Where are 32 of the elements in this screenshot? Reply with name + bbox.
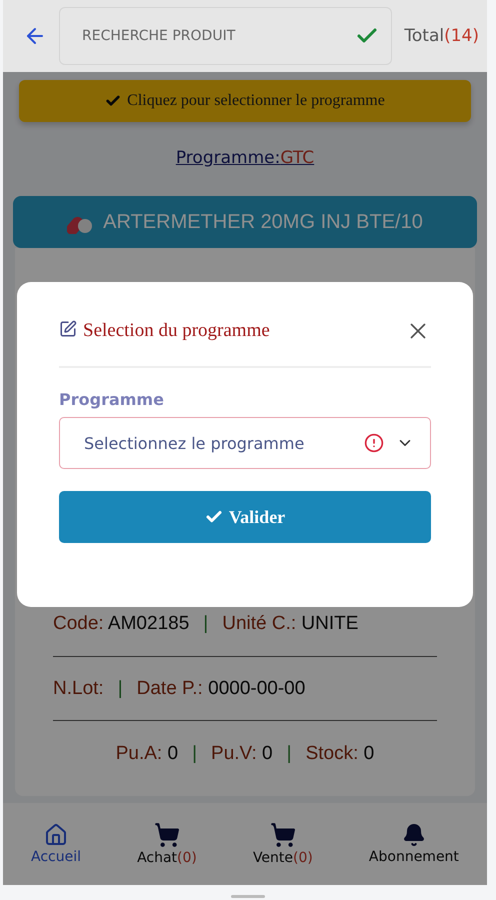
- detail-field: Pu.A: 0: [116, 742, 178, 765]
- product-title-bar: ARTERMETHER 20MG INJ BTE/10: [13, 196, 477, 248]
- cart-icon: [270, 822, 296, 848]
- validate-button[interactable]: Valider: [59, 491, 431, 543]
- detail-field: Code: AM02185: [53, 612, 190, 635]
- separator: |: [286, 742, 292, 765]
- detail-field: Unité C.: UNITE: [222, 612, 358, 635]
- separator: |: [118, 678, 123, 700]
- field-label: Programme: [59, 390, 165, 409]
- separator: |: [203, 612, 208, 635]
- program-dropdown[interactable]: Selectionnez le programme: [59, 417, 431, 469]
- select-program-banner[interactable]: Cliquez pour selectionner le programme: [19, 80, 471, 122]
- detail-field: Date P.: 0000-00-00: [136, 678, 306, 700]
- error-icon: [364, 433, 384, 453]
- nav-item[interactable]: Vente(0): [252, 822, 313, 866]
- program-select[interactable]: Selectionnez le programme: [82, 432, 352, 454]
- bell-icon: [402, 823, 426, 847]
- separator: |: [192, 742, 198, 765]
- home-icon: [44, 823, 68, 847]
- edit-icon: [59, 320, 77, 338]
- detail-field: Stock: 0: [306, 742, 374, 765]
- nav-item[interactable]: Accueil: [31, 823, 82, 865]
- total-count: Total(14): [404, 26, 479, 46]
- program-link[interactable]: Programme:GTC: [176, 148, 314, 168]
- dialog-title: Selection du programme: [83, 320, 270, 341]
- search-field[interactable]: RECHERCHE PRODUIT: [80, 27, 356, 45]
- cart-icon: [154, 822, 180, 848]
- detail-field: N.Lot:: [53, 678, 104, 700]
- search-box[interactable]: RECHERCHE PRODUIT: [59, 7, 392, 65]
- nav-item[interactable]: Abonnement: [368, 823, 459, 865]
- detail-field: Pu.V: 0: [211, 742, 273, 765]
- nav-item[interactable]: Achat(0): [137, 822, 197, 866]
